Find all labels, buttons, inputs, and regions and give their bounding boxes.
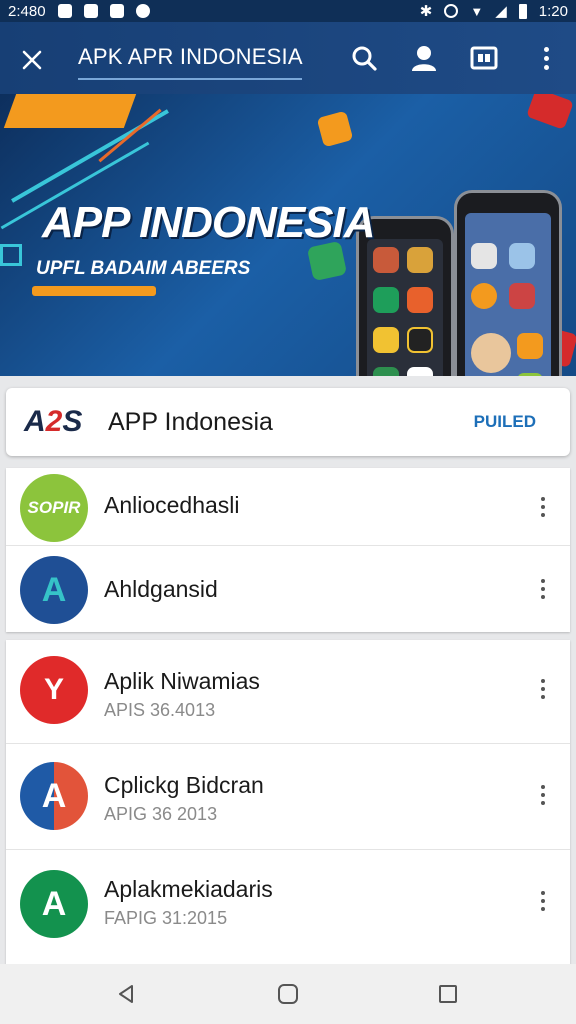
app-header-card[interactable]: A2S APP Indonesia PUILED bbox=[6, 388, 570, 456]
status-clock: 1:20 bbox=[538, 2, 568, 20]
app-icon: A bbox=[20, 556, 88, 624]
more-vert-icon bbox=[541, 679, 545, 699]
app-bar-title: APK APR INDONESIA bbox=[78, 44, 303, 69]
app-tile bbox=[509, 243, 535, 269]
app-tile bbox=[407, 327, 433, 353]
list-item-title: Cplickg Bidcran bbox=[104, 772, 264, 798]
app-bar: APK APR INDONESIA bbox=[0, 22, 576, 94]
system-nav-bar bbox=[0, 964, 576, 1024]
app-icon: SOPIR bbox=[20, 474, 88, 542]
recents-icon bbox=[439, 985, 457, 1003]
banner-app-tile bbox=[526, 94, 574, 130]
tabs-button[interactable] bbox=[466, 40, 502, 76]
app-list-top: SOPIR Anliocedhasli A Ahldgansid bbox=[6, 468, 570, 632]
list-item-title: Aplakmekiadaris bbox=[104, 876, 273, 902]
list-item[interactable]: SOPIR Anliocedhasli bbox=[6, 468, 570, 546]
list-item-subtitle: APIG 36 2013 bbox=[104, 804, 218, 824]
more-vert-icon bbox=[541, 579, 545, 599]
status-time: 2:480 bbox=[8, 2, 46, 20]
app-notification-icon bbox=[83, 4, 98, 18]
close-icon bbox=[22, 50, 42, 70]
overflow-menu-button[interactable] bbox=[528, 40, 564, 76]
nfc-notification-icon bbox=[109, 4, 124, 18]
close-button[interactable] bbox=[14, 42, 50, 78]
list-item-more-button[interactable] bbox=[530, 780, 556, 810]
list-item-title: Anliocedhasli bbox=[104, 492, 240, 518]
account-button[interactable] bbox=[406, 40, 442, 76]
app-tile bbox=[407, 247, 433, 273]
bluetooth-icon: ✱ bbox=[419, 3, 433, 20]
app-tile bbox=[373, 327, 399, 353]
app-tile bbox=[517, 373, 543, 376]
list-item-more-button[interactable] bbox=[530, 674, 556, 704]
list-item-more-button[interactable] bbox=[530, 574, 556, 604]
tabs-icon bbox=[470, 46, 498, 70]
signal-icon: ◢ bbox=[495, 3, 507, 20]
hero-subtitle: UPFL BADAIM ABEERS bbox=[36, 258, 251, 279]
app-tile bbox=[471, 243, 497, 269]
hero-banner[interactable]: APP INDONESIA UPFL BADAIM ABEERS bbox=[0, 94, 576, 376]
battery-icon bbox=[518, 3, 527, 19]
banner-square bbox=[0, 244, 22, 266]
list-item-subtitle: FAPIG 31:2015 bbox=[104, 908, 228, 928]
publisher-link[interactable]: PUILED bbox=[474, 412, 536, 432]
more-vert-icon bbox=[541, 891, 545, 911]
home-icon bbox=[278, 984, 298, 1004]
recents-button[interactable] bbox=[434, 980, 462, 1008]
back-icon bbox=[119, 985, 133, 1003]
hero-title: APP INDONESIA bbox=[42, 198, 376, 247]
image-notification-icon bbox=[57, 4, 72, 18]
app-tile bbox=[509, 283, 535, 309]
list-item[interactable]: A Ahldgansid bbox=[6, 546, 570, 632]
banner-app-tile bbox=[316, 110, 354, 148]
app-tile bbox=[407, 287, 433, 313]
app-tile bbox=[471, 283, 497, 309]
wifi-icon: ▼ bbox=[470, 3, 484, 19]
sync-notification-icon bbox=[135, 4, 150, 18]
phone-mockup-right bbox=[454, 190, 562, 376]
app-icon: A bbox=[20, 762, 88, 830]
more-vert-icon bbox=[541, 497, 545, 517]
account-icon bbox=[412, 46, 436, 71]
list-item-subtitle: APIS 36.4013 bbox=[104, 700, 216, 720]
home-button[interactable] bbox=[274, 980, 302, 1008]
list-item-title: Ahldgansid bbox=[104, 576, 218, 602]
app-tile bbox=[471, 333, 511, 373]
app-name: APP Indonesia bbox=[108, 408, 273, 436]
list-item-more-button[interactable] bbox=[530, 886, 556, 916]
app-logo: A2S bbox=[24, 405, 83, 438]
status-bar: 2:480 ✱ ▼ ◢ 1:20 bbox=[0, 0, 576, 22]
list-item-title: Aplik Niwamias bbox=[104, 668, 260, 694]
banner-orange-shape bbox=[3, 94, 137, 128]
back-button[interactable] bbox=[112, 980, 140, 1008]
list-item[interactable]: A Cplickg Bidcran APIG 36 2013 bbox=[6, 744, 570, 850]
search-icon bbox=[352, 46, 377, 71]
list-item[interactable]: Y Aplik Niwamias APIS 36.4013 bbox=[6, 640, 570, 744]
app-list-bottom: Y Aplik Niwamias APIS 36.4013 A Cplickg … bbox=[6, 640, 570, 966]
app-tile bbox=[373, 247, 399, 273]
app-icon: Y bbox=[20, 656, 88, 724]
search-query-field[interactable]: APK APR INDONESIA bbox=[78, 36, 303, 80]
more-vert-icon bbox=[541, 785, 545, 805]
hero-accent-bar bbox=[32, 286, 156, 296]
more-vert-icon bbox=[543, 46, 549, 70]
app-tile bbox=[517, 333, 543, 359]
alarm-icon bbox=[444, 4, 459, 18]
search-button[interactable] bbox=[346, 40, 382, 76]
app-icon: A bbox=[20, 870, 88, 938]
list-item[interactable]: A Aplakmekiadaris FAPIG 31:2015 bbox=[6, 850, 570, 966]
list-item-more-button[interactable] bbox=[530, 492, 556, 522]
app-tile bbox=[373, 287, 399, 313]
app-tile bbox=[407, 367, 433, 376]
app-tile bbox=[373, 367, 399, 376]
